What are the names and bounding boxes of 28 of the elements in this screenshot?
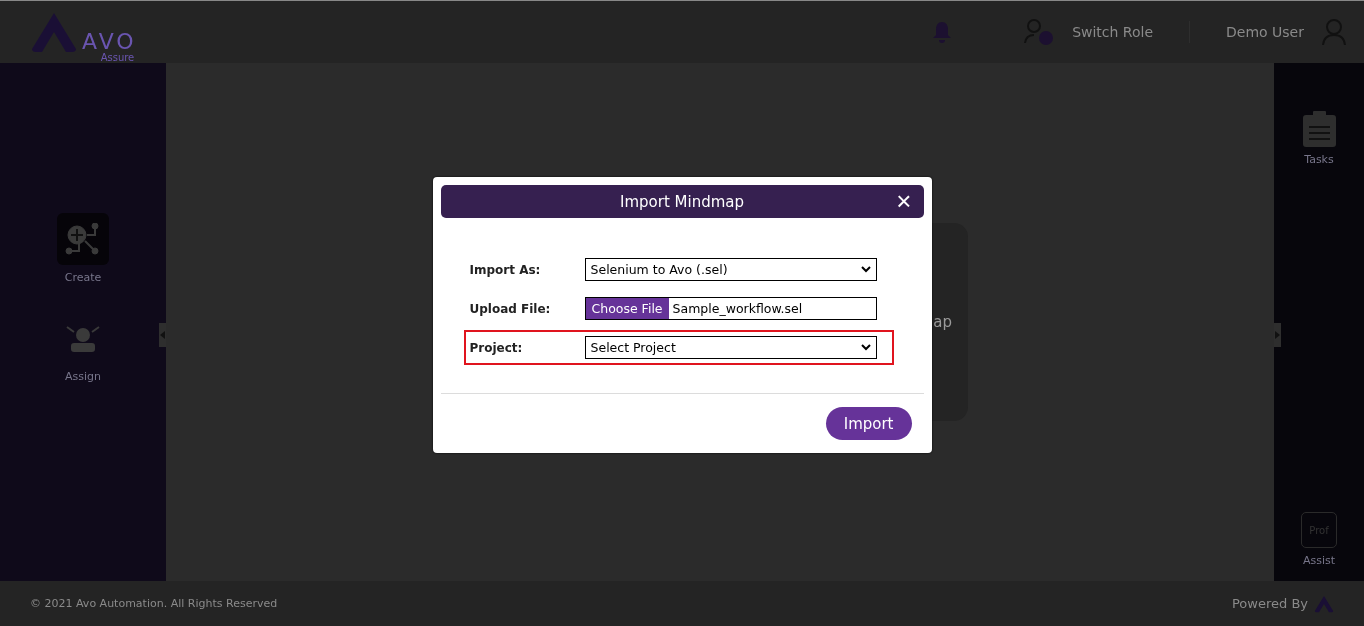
logo-text: AVO: [82, 31, 137, 53]
user-switch-icon[interactable]: [1024, 19, 1055, 45]
choose-file-button[interactable]: Choose File: [585, 298, 669, 319]
copyright-text: © 2021 Avo Automation. All Rights Reserved: [30, 597, 278, 610]
card-text: ap: [933, 313, 952, 331]
field-label: Import As:: [469, 262, 542, 277]
network-plus-icon: [65, 223, 101, 255]
chevron-icon: [860, 344, 871, 351]
field-label: Project:: [469, 340, 524, 355]
logo-tagline: Assure: [100, 52, 135, 63]
expand-handle[interactable]: [1274, 323, 1281, 347]
select-field[interactable]: Selenium to Avo (.sel): [584, 258, 877, 281]
person-arrows-icon: [66, 324, 100, 352]
sidebar-item[interactable]: Assign: [57, 312, 109, 383]
import-button[interactable]: Import: [825, 407, 912, 440]
switch-role-link[interactable]: Switch Role: [1072, 24, 1154, 40]
user-name: Demo User: [1226, 24, 1304, 40]
sidebar-item[interactable]: Tasks: [1302, 111, 1336, 166]
select-field[interactable]: Select Project: [584, 336, 877, 359]
clipboard-icon: [1302, 111, 1336, 147]
chevron-icon: [860, 266, 871, 273]
file-field[interactable]: Choose File Sample_workflow.sel: [584, 297, 877, 320]
file-name: Sample_workflow.sel: [671, 301, 803, 316]
field-label: Upload File:: [469, 301, 552, 316]
dialog-title: Import Mindmap: [620, 192, 744, 211]
close-button[interactable]: ×: [894, 189, 914, 213]
powered-by-text: Powered By: [1232, 596, 1308, 611]
collapse-handle[interactable]: [159, 323, 166, 347]
